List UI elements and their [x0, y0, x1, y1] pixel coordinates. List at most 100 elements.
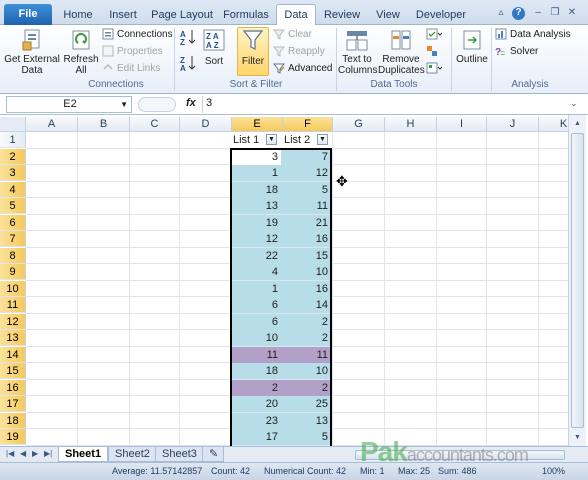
cell-f12[interactable]: 2 — [281, 313, 331, 330]
cell-f5[interactable]: 11 — [281, 198, 331, 214]
row-header[interactable]: 1 — [0, 132, 26, 148]
select-all-corner[interactable] — [0, 117, 26, 132]
cell-f19[interactable]: 5 — [281, 429, 331, 445]
cell-e14[interactable]: 11 — [230, 346, 281, 363]
reapply-button[interactable]: Reapply — [273, 45, 325, 59]
cell-e2[interactable]: 3 — [230, 148, 281, 165]
row-header[interactable]: 19 — [0, 429, 26, 445]
sort-ascending-button[interactable]: AZ — [178, 28, 198, 48]
clear-button[interactable]: Clear — [273, 28, 312, 42]
tab-view[interactable]: View — [370, 5, 406, 25]
cell-e6[interactable]: 19 — [230, 214, 281, 231]
cell-e4[interactable]: 18 — [230, 181, 281, 198]
column-header[interactable]: C — [130, 117, 180, 132]
first-sheet-icon[interactable]: |◀ — [6, 449, 14, 458]
tab-insert[interactable]: Insert — [101, 5, 145, 25]
row-header[interactable]: 11 — [0, 297, 26, 313]
name-box[interactable]: E2 ▼ — [6, 96, 132, 113]
solver-button[interactable]: ? = Solver — [495, 45, 538, 59]
column-header[interactable]: A — [26, 117, 78, 132]
row-header[interactable]: 10 — [0, 280, 26, 297]
tab-page-layout[interactable]: Page Layout — [150, 5, 214, 25]
row-header[interactable]: 14 — [0, 346, 26, 363]
row-header[interactable]: 17 — [0, 396, 26, 412]
tab-developer[interactable]: Developer — [414, 5, 468, 25]
row-header[interactable]: 5 — [0, 198, 26, 214]
tab-home[interactable]: Home — [58, 5, 98, 25]
properties-button[interactable]: Properties — [102, 45, 163, 59]
cell-f2[interactable]: 7 — [281, 148, 331, 165]
help-icon[interactable]: ? — [512, 7, 525, 20]
row-header[interactable]: 2 — [0, 148, 26, 165]
minimize-ribbon-icon[interactable]: ▵ — [495, 7, 507, 19]
outline-button[interactable]: Outline — [454, 28, 490, 65]
row-header[interactable]: 18 — [0, 412, 26, 429]
cell-f16[interactable]: 2 — [281, 379, 331, 396]
cell-e7[interactable]: 12 — [230, 231, 281, 247]
cell-e17[interactable]: 20 — [230, 396, 281, 412]
cell-e8[interactable]: 22 — [230, 247, 281, 264]
last-sheet-icon[interactable]: ▶| — [44, 449, 52, 458]
row-header[interactable]: 3 — [0, 165, 26, 181]
sheet-tab-sheet1[interactable]: Sheet1 — [58, 447, 109, 462]
cell-e12[interactable]: 6 — [230, 313, 281, 330]
cell-f8[interactable]: 15 — [281, 247, 331, 264]
cell-f7[interactable]: 16 — [281, 231, 331, 247]
cell-f15[interactable]: 10 — [281, 363, 331, 379]
column-header[interactable]: F — [283, 117, 333, 132]
next-sheet-icon[interactable]: ▶ — [32, 449, 38, 458]
sort-descending-button[interactable]: ZA — [178, 54, 198, 74]
filter-dropdown-icon[interactable]: ▼ — [317, 134, 328, 145]
column-header[interactable]: I — [437, 117, 487, 132]
formula-input[interactable]: 3 — [206, 97, 212, 109]
consolidate-button[interactable] — [426, 45, 441, 59]
what-if-analysis-button[interactable] — [426, 62, 445, 76]
column-header[interactable]: E — [232, 117, 283, 132]
cell-e9[interactable]: 4 — [230, 264, 281, 280]
data-validation-button[interactable] — [426, 28, 445, 42]
sort-button[interactable]: Z AA Z Sort — [200, 28, 228, 67]
insert-function-icon[interactable]: fx — [186, 97, 196, 109]
cell-e10[interactable]: 1 — [230, 280, 281, 297]
cell-f11[interactable]: 14 — [281, 297, 331, 313]
cell-e11[interactable]: 6 — [230, 297, 281, 313]
edit-links-button[interactable]: Edit Links — [102, 62, 160, 76]
cell-f14[interactable]: 11 — [281, 346, 331, 363]
tab-review[interactable]: Review — [320, 5, 364, 25]
row-header[interactable]: 13 — [0, 330, 26, 346]
tab-data[interactable]: Data — [276, 4, 316, 26]
column-header[interactable]: J — [487, 117, 539, 132]
zoom-level[interactable]: 100% — [542, 463, 565, 480]
scroll-down-icon[interactable]: ▼ — [571, 431, 584, 444]
insert-sheet-icon[interactable]: ✎ — [202, 447, 224, 462]
column-header[interactable]: B — [78, 117, 130, 132]
formula-expand-handle[interactable] — [138, 97, 176, 112]
cell-f3[interactable]: 12 — [281, 165, 331, 181]
cell-f13[interactable]: 2 — [281, 330, 331, 346]
connections-button[interactable]: Connections — [102, 28, 173, 42]
refresh-all-button[interactable]: Refresh All — [63, 28, 99, 76]
worksheet-grid[interactable]: A B C D E F G H I J K 1 2 3 4 5 6 7 8 9 10 11 12 13 14 15 16 17 18 19… — [0, 115, 568, 446]
chevron-down-icon[interactable]: ▼ — [120, 97, 128, 112]
cell-f6[interactable]: 21 — [281, 214, 331, 231]
row-header[interactable]: 4 — [0, 181, 26, 198]
remove-duplicates-button[interactable]: Remove Duplicates — [378, 28, 425, 76]
column-header[interactable]: K — [539, 117, 568, 132]
column-header[interactable]: G — [333, 117, 385, 132]
row-header[interactable]: 8 — [0, 247, 26, 264]
cell-e15[interactable]: 18 — [230, 363, 281, 379]
prev-sheet-icon[interactable]: ◀ — [20, 449, 26, 458]
cell-f17[interactable]: 25 — [281, 396, 331, 412]
restore-icon[interactable]: ❐ — [549, 7, 561, 19]
filter-dropdown-icon[interactable]: ▼ — [266, 134, 277, 145]
row-header[interactable]: 16 — [0, 379, 26, 396]
row-header[interactable]: 7 — [0, 231, 26, 247]
minimize-icon[interactable]: – — [532, 7, 544, 19]
cell-e18[interactable]: 23 — [230, 412, 281, 429]
filter-button[interactable]: Filter — [237, 28, 269, 67]
cell-f4[interactable]: 5 — [281, 181, 331, 198]
expand-formula-icon[interactable]: ⌄ — [570, 98, 578, 109]
sheet-tab-sheet2[interactable]: Sheet2 — [108, 447, 157, 462]
row-header[interactable]: 6 — [0, 214, 26, 231]
column-header[interactable]: D — [180, 117, 232, 132]
